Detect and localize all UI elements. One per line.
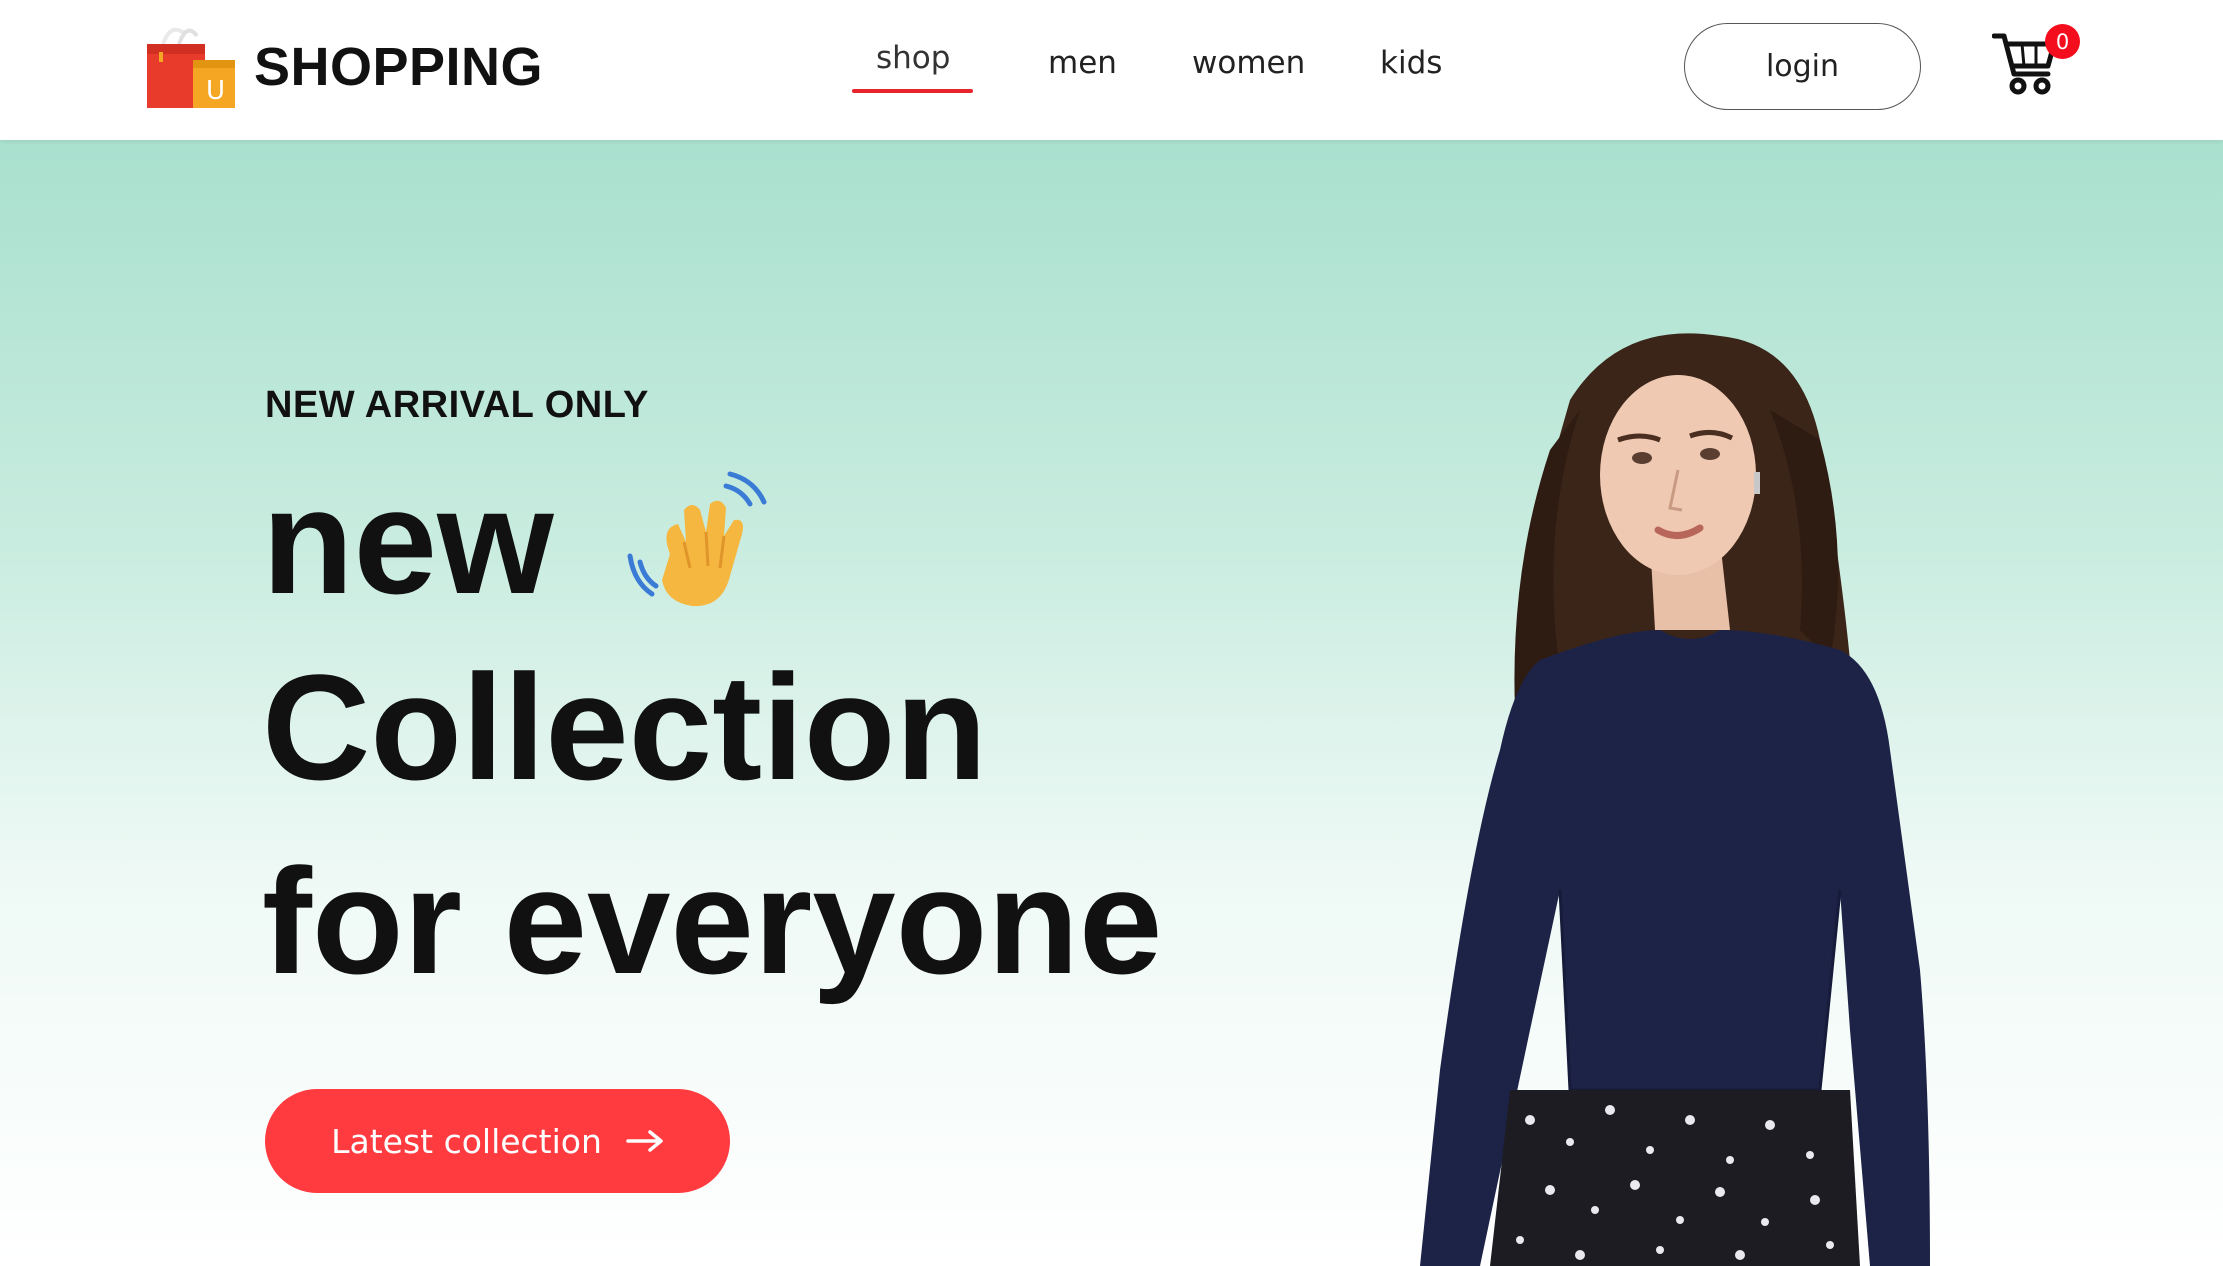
nav-link-kids[interactable]: kids (1380, 45, 1442, 81)
nav-link-women[interactable]: women (1192, 45, 1305, 81)
page: U SHOPPING shop men women kids login 0 N… (0, 0, 2223, 1266)
hero-headline-line1: new (262, 457, 554, 625)
nav-link-shop[interactable]: shop (876, 40, 950, 76)
active-nav-indicator (852, 89, 973, 93)
latest-collection-button[interactable]: Latest collection (265, 1089, 730, 1193)
cart-count-badge: 0 (2045, 24, 2080, 59)
model-photo (1420, 333, 1930, 1266)
hero-headline-line3: for everyone (262, 837, 1163, 1005)
waving-hand-icon (627, 471, 767, 607)
hero-section: NEW ARRIVAL ONLY new Collection for ever… (0, 140, 2223, 1266)
login-button[interactable]: login (1684, 23, 1921, 110)
navbar: U SHOPPING shop men women kids login 0 (0, 0, 2223, 140)
hero-headline-line2: Collection (262, 643, 988, 811)
cta-label: Latest collection (331, 1121, 602, 1161)
arrow-right-icon (626, 1130, 663, 1152)
hero-eyebrow: NEW ARRIVAL ONLY (265, 384, 649, 426)
nav-link-men[interactable]: men (1048, 45, 1117, 81)
